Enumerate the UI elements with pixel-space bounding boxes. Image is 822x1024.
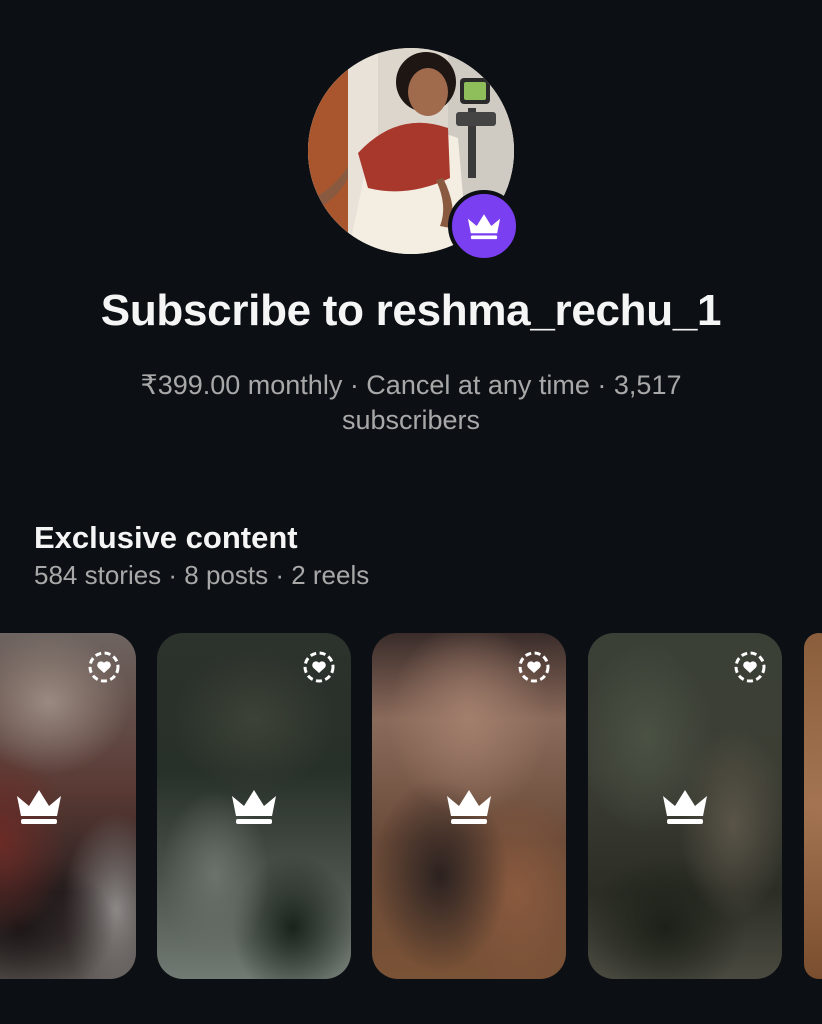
exclusive-story-card[interactable] [157, 633, 351, 979]
exclusive-content-counts: 584 stories · 8 posts · 2 reels [34, 560, 370, 590]
exclusive-story-card[interactable] [0, 633, 136, 979]
page-title: Subscribe to reshma_rechu_1 [100, 286, 722, 335]
blurred-preview [804, 633, 822, 979]
close-friends-story-icon [518, 651, 550, 683]
close-friends-story-icon [734, 651, 766, 683]
crown-icon [232, 790, 276, 824]
exclusive-story-card[interactable] [372, 633, 566, 979]
exclusive-content-carousel[interactable] [0, 633, 822, 979]
exclusive-story-card[interactable] [588, 633, 782, 979]
crown-icon [17, 790, 61, 824]
close-friends-story-icon [303, 651, 335, 683]
crown-icon [447, 790, 491, 824]
close-friends-story-icon [88, 651, 120, 683]
crown-icon [663, 790, 707, 824]
profile-avatar-container[interactable] [308, 48, 520, 262]
subscribe-page: Subscribe to reshma_rechu_1 ₹399.00 mont… [0, 0, 822, 1024]
crown-icon [467, 214, 501, 240]
exclusive-content-title: Exclusive content [34, 520, 298, 555]
subscription-details: ₹399.00 monthly · Cancel at any time · 3… [140, 370, 682, 435]
subscriber-crown-badge [448, 190, 520, 262]
exclusive-story-card[interactable] [804, 633, 822, 979]
